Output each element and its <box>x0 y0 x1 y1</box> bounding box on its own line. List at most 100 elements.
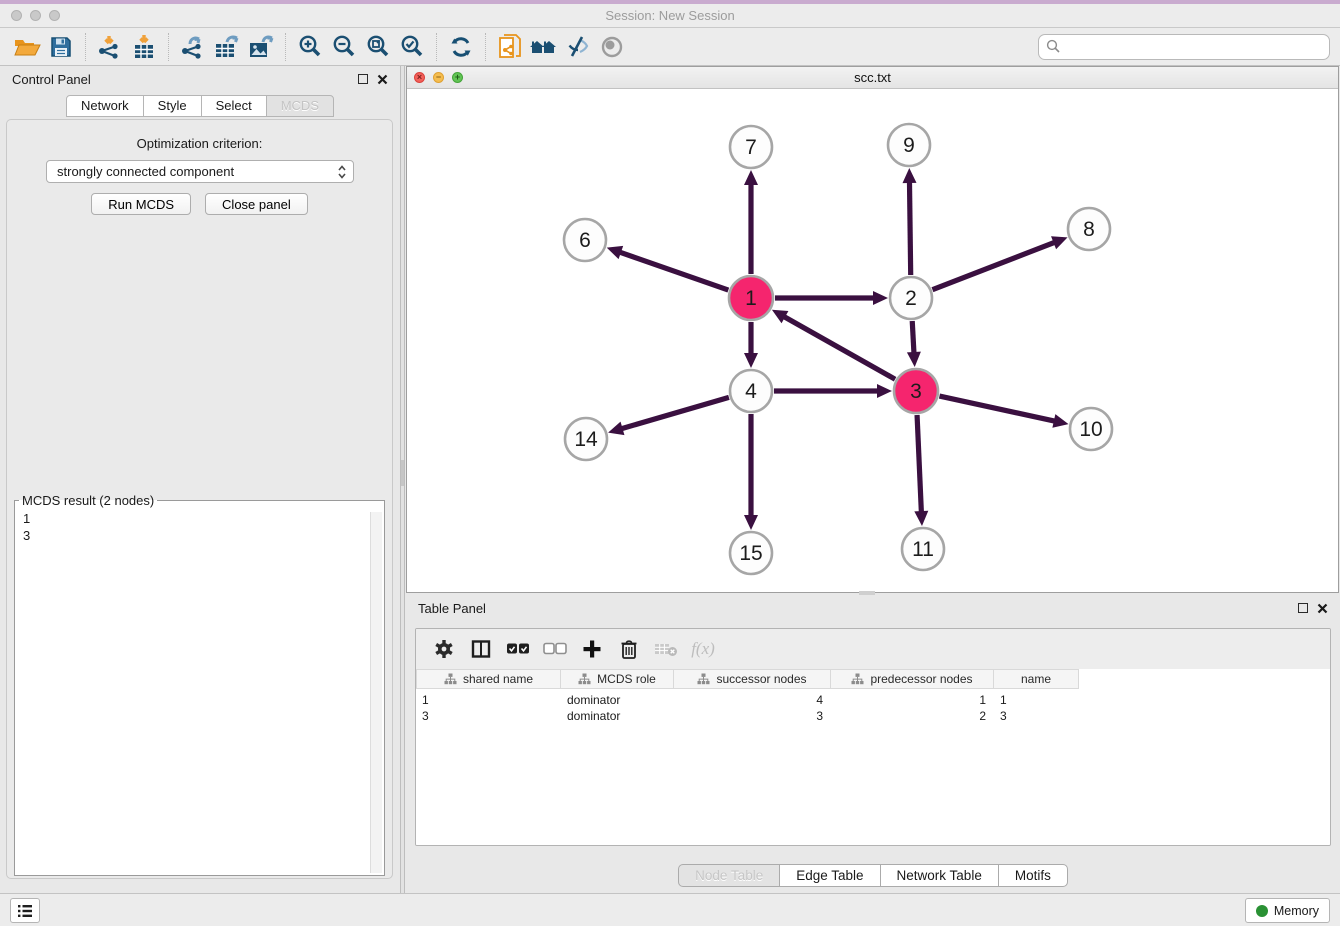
refresh-button[interactable] <box>444 32 478 62</box>
mcds-panel: Optimization criterion: strongly connect… <box>6 119 393 879</box>
splitter-handle[interactable] <box>401 460 404 486</box>
memory-button[interactable]: Memory <box>1245 898 1330 923</box>
control-panel-float-icon[interactable] <box>358 74 368 84</box>
graph-node-6[interactable]: 6 <box>564 219 606 261</box>
toggle-column-display-button[interactable] <box>465 634 497 664</box>
import-network-button[interactable] <box>93 32 127 62</box>
tab-motifs[interactable]: Motifs <box>998 864 1068 887</box>
graph-node-14[interactable]: 14 <box>565 418 607 460</box>
zoom-selected-button[interactable] <box>395 32 429 62</box>
delete-columns-button[interactable] <box>613 634 645 664</box>
toggle-graphics-details-button[interactable] <box>561 32 595 62</box>
graph-node-8[interactable]: 8 <box>1068 208 1110 250</box>
node-table-box: f(x) shared name <box>415 628 1331 846</box>
export-network-button[interactable] <box>176 32 210 62</box>
search-box[interactable] <box>1038 34 1330 60</box>
tab-style[interactable]: Style <box>143 95 202 117</box>
mcds-result-list[interactable]: 1 3 <box>16 510 383 874</box>
panel-splitter[interactable] <box>400 66 405 893</box>
network-canvas[interactable]: 7 9 6 8 1 2 4 3 14 10 15 11 <box>407 89 1338 592</box>
open-folder-icon <box>13 35 41 59</box>
export-image-button[interactable] <box>244 32 278 62</box>
graph-edge[interactable] <box>912 321 914 355</box>
column-header-mcds-role[interactable]: MCDS role <box>561 669 674 689</box>
delete-table-button[interactable] <box>650 634 682 664</box>
close-panel-button[interactable]: Close panel <box>205 193 308 215</box>
graph-node-7[interactable]: 7 <box>730 126 772 168</box>
graph-edge-arrowhead <box>607 246 623 259</box>
zoom-fit-button[interactable] <box>361 32 395 62</box>
trash-icon <box>620 639 638 659</box>
column-label: predecessor nodes <box>870 672 972 686</box>
graph-edge[interactable] <box>909 180 910 275</box>
import-table-button[interactable] <box>127 32 161 62</box>
tab-network[interactable]: Network <box>66 95 144 117</box>
table-toolbar: f(x) <box>416 629 1330 669</box>
column-header-successor-nodes[interactable]: successor nodes <box>674 669 831 689</box>
table-panel-float-icon[interactable] <box>1298 603 1308 613</box>
column-header-predecessor-nodes[interactable]: predecessor nodes <box>831 669 994 689</box>
delete-table-icon <box>654 641 678 657</box>
unchecked-boxes-icon <box>543 642 567 656</box>
graph-node-1[interactable]: 1 <box>729 276 773 320</box>
graph-edge[interactable] <box>917 415 921 514</box>
criterion-dropdown[interactable]: strongly connected component <box>46 160 354 183</box>
cell-name: 1 <box>994 692 1079 708</box>
home-session-button[interactable] <box>527 32 561 62</box>
save-session-button[interactable] <box>44 32 78 62</box>
control-panel-close-icon[interactable] <box>377 74 388 85</box>
open-session-button[interactable] <box>10 32 44 62</box>
run-mcds-button[interactable]: Run MCDS <box>91 193 191 215</box>
graph-edge[interactable] <box>620 397 729 429</box>
mcds-result-line: 1 <box>16 510 383 527</box>
graph-node-3[interactable]: 3 <box>894 369 938 413</box>
eye-button[interactable] <box>595 32 629 62</box>
tab-select[interactable]: Select <box>201 95 267 117</box>
app-zoom-button[interactable] <box>49 10 60 21</box>
graph-node-11[interactable]: 11 <box>902 528 944 570</box>
tab-edge-table[interactable]: Edge Table <box>779 864 880 887</box>
app-minimize-button[interactable] <box>30 10 41 21</box>
graph-edge[interactable] <box>618 252 728 291</box>
cell-name: 3 <box>994 708 1079 724</box>
graph-edge-arrowhead <box>873 291 888 305</box>
column-header-name[interactable]: name <box>994 669 1079 689</box>
table-panel-close-icon[interactable] <box>1317 603 1328 614</box>
table-row[interactable]: 3 dominator 3 2 3 <box>416 708 1330 724</box>
apply-function-button[interactable]: f(x) <box>687 634 719 664</box>
mcds-result-box: MCDS result (2 nodes) 1 3 <box>14 493 385 876</box>
graph-node-label: 11 <box>912 538 934 561</box>
zoom-selected-icon <box>399 34 425 60</box>
mcds-result-line: 3 <box>16 527 383 544</box>
zoom-out-button[interactable] <box>327 32 361 62</box>
graph-edge[interactable] <box>932 242 1056 290</box>
zoom-in-button[interactable] <box>293 32 327 62</box>
graph-node-2[interactable]: 2 <box>890 277 932 319</box>
new-network-from-file-button[interactable] <box>493 32 527 62</box>
select-all-columns-button[interactable] <box>502 634 534 664</box>
tab-network-table[interactable]: Network Table <box>880 864 999 887</box>
graph-edge[interactable] <box>939 396 1056 421</box>
search-input[interactable] <box>1066 39 1322 54</box>
column-label: shared name <box>463 672 533 686</box>
criterion-value: strongly connected component <box>57 164 337 179</box>
table-row[interactable]: 1 dominator 4 1 1 <box>416 692 1330 708</box>
task-history-button[interactable] <box>10 898 40 923</box>
app-close-button[interactable] <box>11 10 22 21</box>
graph-node-15[interactable]: 15 <box>730 532 772 574</box>
graph-edge[interactable] <box>782 316 895 380</box>
tab-node-table[interactable]: Node Table <box>678 864 780 887</box>
graph-node-9[interactable]: 9 <box>888 124 930 166</box>
mcds-result-scrollbar[interactable] <box>370 512 382 873</box>
control-panel-title: Control Panel <box>12 72 91 87</box>
toolbar-separator <box>285 33 286 61</box>
export-table-button[interactable] <box>210 32 244 62</box>
column-header-shared-name[interactable]: shared name <box>416 669 561 689</box>
table-settings-button[interactable] <box>428 634 460 664</box>
add-column-button[interactable] <box>576 634 608 664</box>
graph-node-10[interactable]: 10 <box>1070 408 1112 450</box>
deselect-all-columns-button[interactable] <box>539 634 571 664</box>
app-window-controls[interactable] <box>0 10 60 21</box>
graph-node-4[interactable]: 4 <box>730 370 772 412</box>
tab-mcds[interactable]: MCDS <box>266 95 334 117</box>
